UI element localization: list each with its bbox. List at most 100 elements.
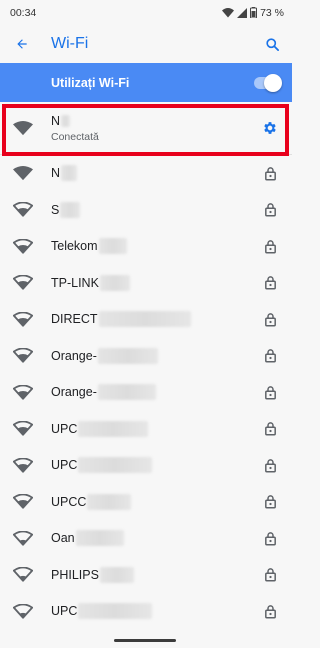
redacted-blur xyxy=(61,114,71,127)
wifi-medium-icon xyxy=(12,200,34,220)
network-text: N xyxy=(51,165,260,182)
lock-icon xyxy=(260,419,280,439)
network-ssid-text: UPC xyxy=(51,604,78,619)
redacted-blur xyxy=(75,530,124,547)
network-item[interactable]: Orange- xyxy=(0,374,292,411)
lock-icon xyxy=(260,236,280,256)
use-wifi-label: Utilizați Wi-Fi xyxy=(51,75,130,90)
wifi-medium-icon xyxy=(12,309,34,329)
network-item[interactable]: UPC xyxy=(0,411,292,448)
network-text: Telekom xyxy=(51,238,260,255)
redacted-blur xyxy=(87,493,132,510)
network-ssid: UPC xyxy=(51,420,260,437)
network-ssid: Orange- xyxy=(51,347,260,364)
wifi-switch[interactable] xyxy=(254,73,282,92)
network-ssid: UPCC xyxy=(51,493,260,510)
wifi-medium-icon xyxy=(12,419,34,439)
network-list: N S Telekom TP-LINK DIRECT Orange- Orange- UPC U… xyxy=(0,155,292,630)
lock-icon xyxy=(260,163,280,183)
status-bar: 00:34 73 % xyxy=(0,0,292,25)
arrow-back-icon xyxy=(17,39,27,49)
network-item[interactable]: S xyxy=(0,192,292,229)
network-item[interactable]: Telekom xyxy=(0,228,292,265)
network-ssid: UPC xyxy=(51,457,260,474)
network-item[interactable]: DIRECT xyxy=(0,301,292,338)
network-text: UPC xyxy=(51,420,260,437)
app-bar: Wi-Fi xyxy=(0,25,292,63)
battery-icon xyxy=(250,7,258,18)
network-item[interactable]: PHILIPS xyxy=(0,557,292,594)
network-ssid-text: UPC xyxy=(51,421,78,436)
network-ssid-text: Orange- xyxy=(51,385,97,400)
network-text: UPC xyxy=(51,603,260,620)
redacted-blur xyxy=(78,457,153,474)
network-ssid-text: DIRECT xyxy=(51,312,98,327)
redacted-blur xyxy=(98,311,191,328)
redacted-blur xyxy=(97,384,156,401)
wifi-low-icon xyxy=(12,601,34,621)
lock-icon xyxy=(260,528,280,548)
lock-icon xyxy=(260,455,280,475)
network-ssid: N xyxy=(51,165,260,182)
redacted-blur xyxy=(98,238,127,255)
network-text: Orange- xyxy=(51,384,260,401)
network-ssid-text: UPCC xyxy=(51,494,87,509)
network-ssid: TP-LINK xyxy=(51,274,260,291)
network-text: S xyxy=(51,201,260,218)
wifi-full-icon xyxy=(12,163,34,183)
network-item[interactable]: UPCC xyxy=(0,484,292,521)
network-text: TP-LINK xyxy=(51,274,260,291)
network-ssid-text: Telekom xyxy=(51,239,98,254)
gesture-nav-handle[interactable] xyxy=(114,639,176,642)
wifi-medium-icon xyxy=(12,455,34,475)
connected-ssid-text: N xyxy=(51,113,61,128)
wifi-status-icon xyxy=(222,7,235,17)
redacted-blur xyxy=(78,420,149,437)
lock-icon xyxy=(260,382,280,402)
network-ssid: DIRECT xyxy=(51,311,260,328)
lock-icon xyxy=(260,346,280,366)
wifi-low-icon xyxy=(12,565,34,585)
connected-network-text: N Conectată xyxy=(51,114,260,143)
lock-icon xyxy=(260,492,280,512)
wifi-medium-icon xyxy=(12,492,34,512)
network-ssid: Oan xyxy=(51,530,260,547)
redacted-blur xyxy=(99,566,134,583)
lock-icon xyxy=(260,273,280,293)
network-settings-button[interactable] xyxy=(260,118,280,138)
wifi-full-icon xyxy=(12,118,34,138)
battery-percent: 73 % xyxy=(260,6,284,19)
connection-status: Conectată xyxy=(51,130,99,143)
network-item[interactable]: Orange- xyxy=(0,338,292,375)
switch-knob xyxy=(264,73,282,92)
back-button[interactable] xyxy=(12,34,32,54)
network-item[interactable]: UPC xyxy=(0,593,292,630)
wifi-low-icon xyxy=(12,528,34,548)
network-ssid: UPC xyxy=(51,603,260,620)
network-ssid-text: PHILIPS xyxy=(51,567,99,582)
network-text: UPCC xyxy=(51,493,260,510)
wifi-medium-icon xyxy=(12,382,34,402)
network-ssid-text: TP-LINK xyxy=(51,275,99,290)
network-ssid: PHILIPS xyxy=(51,566,260,583)
network-item[interactable]: TP-LINK xyxy=(0,265,292,302)
network-ssid: Telekom xyxy=(51,238,260,255)
network-text: Orange- xyxy=(51,347,260,364)
network-item[interactable]: N xyxy=(0,155,292,192)
network-item[interactable]: UPC xyxy=(0,447,292,484)
search-button[interactable] xyxy=(262,34,282,54)
network-text: PHILIPS xyxy=(51,566,260,583)
network-text: DIRECT xyxy=(51,311,260,328)
network-text: Oan xyxy=(51,530,260,547)
use-wifi-toggle-row[interactable]: Utilizați Wi-Fi xyxy=(0,63,292,102)
network-ssid-text: UPC xyxy=(51,458,78,473)
redacted-blur xyxy=(99,274,130,291)
gear-icon xyxy=(264,122,276,134)
status-time: 00:34 xyxy=(10,6,37,19)
open-network-indicator xyxy=(260,565,280,585)
redacted-blur xyxy=(78,603,153,620)
network-ssid-text: N xyxy=(51,166,61,181)
cell-signal-icon xyxy=(237,7,248,18)
network-item[interactable]: Oan xyxy=(0,520,292,557)
connected-network-row[interactable]: N Conectată xyxy=(0,102,292,156)
